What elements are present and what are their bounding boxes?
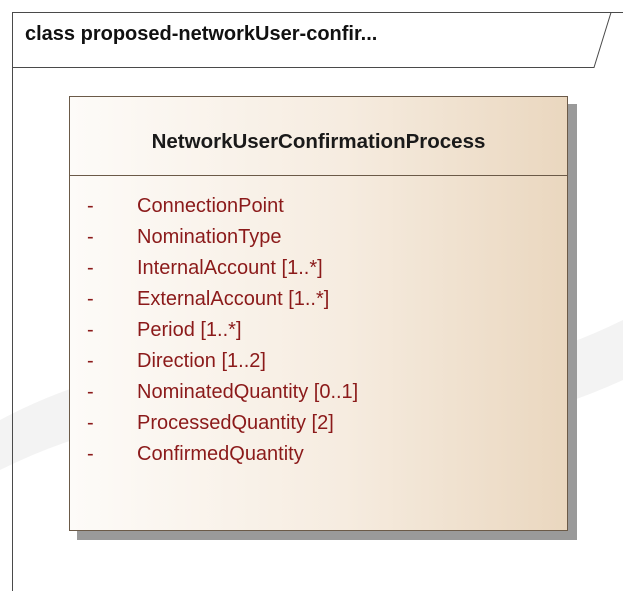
frame-left-border	[12, 12, 13, 591]
attribute-visibility: -	[87, 381, 94, 403]
attribute-list: - ConnectionPoint - NominationType - Int…	[70, 195, 567, 474]
attribute-row[interactable]: - ProcessedQuantity [2]	[70, 412, 567, 443]
attribute-row[interactable]: - NominationType	[70, 226, 567, 257]
attribute-text: ConnectionPoint	[137, 195, 284, 217]
attribute-row[interactable]: - ConnectionPoint	[70, 195, 567, 226]
attribute-visibility: -	[87, 350, 94, 372]
attribute-text: ExternalAccount [1..*]	[137, 288, 330, 310]
attribute-visibility: -	[87, 288, 94, 310]
attribute-text: ProcessedQuantity [2]	[137, 412, 334, 434]
attribute-row[interactable]: - ExternalAccount [1..*]	[70, 288, 567, 319]
attribute-text: InternalAccount [1..*]	[137, 257, 323, 279]
attribute-visibility: -	[87, 226, 94, 248]
attribute-text: ConfirmedQuantity	[137, 443, 304, 465]
class-box[interactable]: NetworkUserConfirmationProcess - Connect…	[69, 96, 568, 531]
diagram-canvas: class proposed-networkUser-confir... Net…	[0, 0, 623, 591]
attribute-row[interactable]: - NominatedQuantity [0..1]	[70, 381, 567, 412]
attribute-row[interactable]: - InternalAccount [1..*]	[70, 257, 567, 288]
class-name: NetworkUserConfirmationProcess	[151, 130, 486, 153]
frame-title: class proposed-networkUser-confir...	[25, 23, 378, 45]
attribute-visibility: -	[87, 195, 94, 217]
attribute-row[interactable]: - Period [1..*]	[70, 319, 567, 350]
attribute-text: Direction [1..2]	[137, 350, 266, 372]
attribute-visibility: -	[87, 443, 94, 465]
attribute-text: NominationType	[137, 226, 282, 248]
attribute-visibility: -	[87, 319, 94, 341]
attribute-visibility: -	[87, 412, 94, 434]
attribute-visibility: -	[87, 257, 94, 279]
attribute-row[interactable]: - ConfirmedQuantity	[70, 443, 567, 474]
class-compartment-divider	[70, 175, 567, 176]
attribute-row[interactable]: - Direction [1..2]	[70, 350, 567, 381]
attribute-text: NominatedQuantity [0..1]	[137, 381, 359, 403]
attribute-text: Period [1..*]	[137, 319, 242, 341]
